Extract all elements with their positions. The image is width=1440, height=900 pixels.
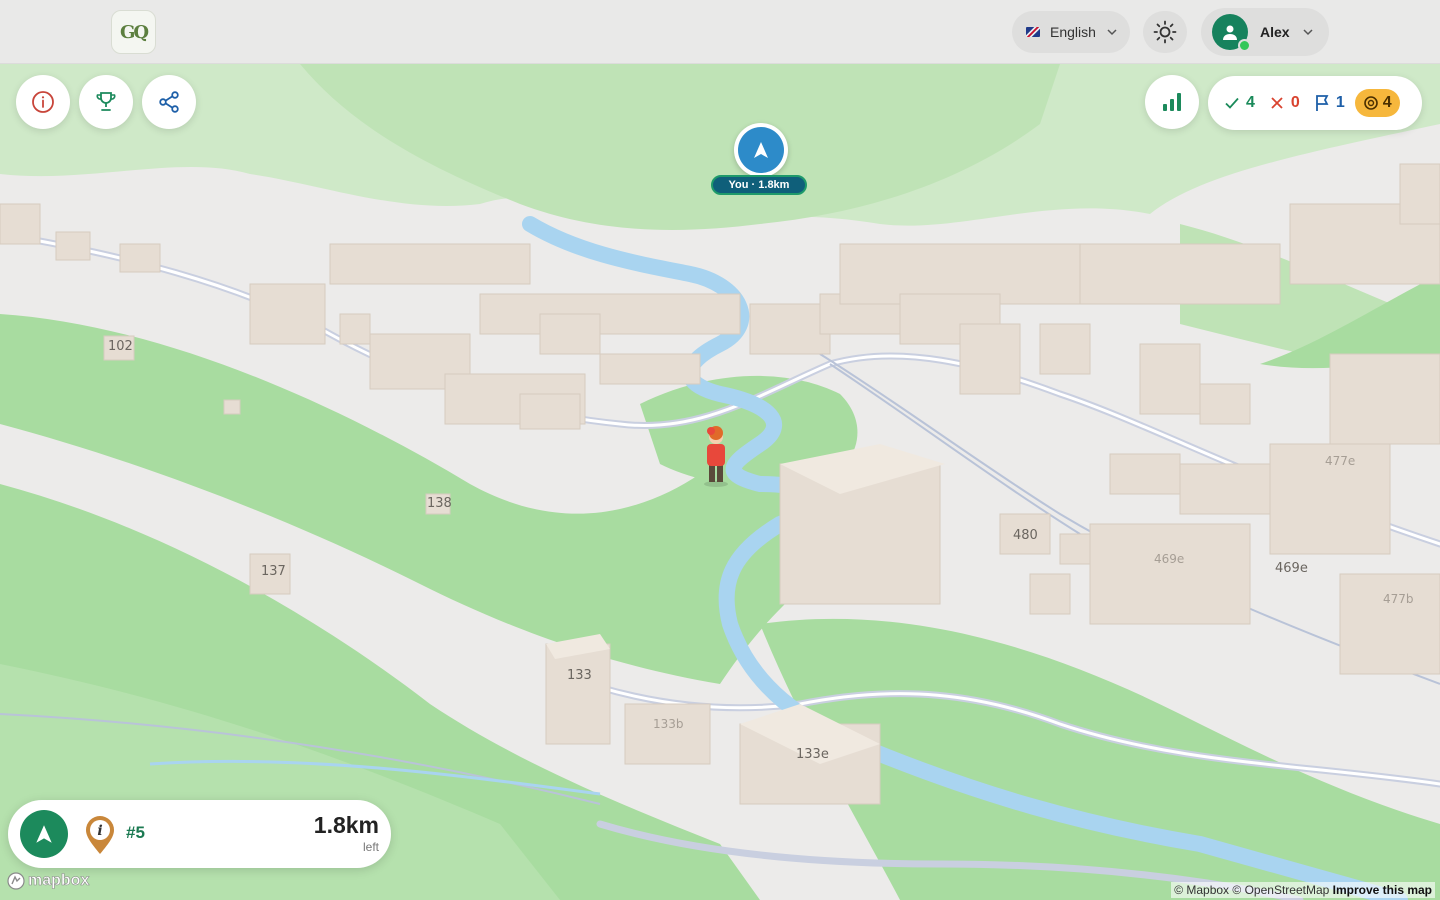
player-distance-label: You · 1.8km (711, 175, 807, 195)
correct-count: 4 (1224, 94, 1255, 112)
score-summary: 4 0 1 4 (1208, 76, 1422, 130)
map-attribution: © Mapbox © OpenStreetMap Improve this ma… (1171, 882, 1435, 898)
map-label: 133b (653, 717, 684, 731)
stats-chart-button[interactable] (1145, 75, 1199, 129)
check-icon (1225, 97, 1239, 109)
bar-chart-icon (1163, 93, 1181, 111)
map-label: 133 (567, 668, 592, 683)
x-icon (1271, 97, 1283, 109)
map-label: 477e (1325, 454, 1356, 468)
mapbox-logo-text: mapbox (28, 872, 90, 890)
info-pin-icon: i (86, 816, 114, 854)
attribution-osm-link[interactable]: © OpenStreetMap (1232, 883, 1329, 897)
coin-count: 4 (1354, 89, 1400, 117)
sun-icon (1153, 20, 1177, 44)
map-label: 469e (1275, 561, 1308, 576)
target-pin: i (84, 815, 116, 860)
info-icon (32, 91, 54, 113)
target-number: #5 (126, 823, 145, 842)
coin-value: 4 (1382, 94, 1392, 111)
uk-flag-icon (1026, 27, 1040, 37)
app-logo[interactable]: GQ (111, 10, 156, 54)
map-label: 138 (427, 496, 452, 511)
mapbox-logo[interactable]: mapbox (7, 872, 90, 890)
attribution-mapbox-link[interactable]: © Mapbox (1174, 883, 1229, 897)
map-label: 477b (1383, 592, 1414, 606)
mapbox-logo-icon (7, 872, 25, 890)
player-location-marker[interactable] (734, 123, 788, 177)
remaining-distance: 1.8km (313, 812, 379, 838)
navigation-arrow-icon (754, 142, 768, 158)
coin-icon (1363, 96, 1378, 110)
language-label: English (1050, 24, 1096, 40)
leaderboard-button[interactable] (79, 75, 133, 129)
share-icon (159, 91, 179, 113)
user-menu[interactable]: Alex (1201, 8, 1329, 56)
chevron-down-icon (1303, 29, 1313, 36)
map-label: 133e (796, 747, 829, 762)
top-bar: GQ English Alex (0, 0, 1440, 64)
user-name: Alex (1260, 24, 1290, 40)
svg-text:i: i (97, 823, 102, 839)
navigate-button[interactable] (20, 810, 68, 858)
map-label: 137 (261, 564, 286, 579)
logo-text: GQ (119, 21, 149, 43)
wrong-count: 0 (1269, 94, 1300, 112)
player-marker-inner (738, 127, 784, 173)
flag-value: 1 (1335, 94, 1345, 111)
wrong-value: 0 (1290, 94, 1300, 111)
improve-map-link[interactable]: Improve this map (1333, 883, 1432, 897)
remaining-distance-suffix: left (362, 840, 379, 854)
map-label: 480 (1013, 528, 1038, 543)
correct-value: 4 (1246, 94, 1255, 111)
navigation-arrow-icon (36, 825, 52, 843)
avatar (1212, 14, 1251, 52)
info-button[interactable] (16, 75, 70, 129)
target-card[interactable]: i #5 1.8km left (8, 800, 391, 868)
online-status-dot (1238, 39, 1251, 52)
trophy-icon (96, 92, 116, 111)
language-selector[interactable]: English (1012, 11, 1130, 53)
map-label: 102 (108, 339, 133, 354)
theme-toggle-button[interactable] (1143, 11, 1187, 53)
user-icon (1223, 25, 1237, 40)
chevron-down-icon (1107, 29, 1117, 36)
flag-icon (1315, 95, 1329, 111)
share-button[interactable] (142, 75, 196, 129)
map-label: 469e (1154, 552, 1185, 566)
flag-count: 1 (1314, 94, 1345, 112)
